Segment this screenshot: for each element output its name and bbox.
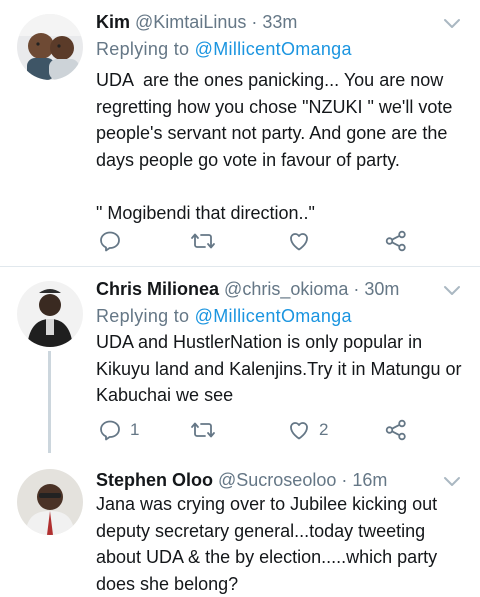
replying-to-label: Replying to (96, 39, 190, 59)
replying-to-label: Replying to (96, 306, 190, 326)
tweet-text: UDA and HustlerNation is only popular in… (96, 332, 467, 405)
chevron-down-icon[interactable] (442, 17, 462, 31)
tweet-header: Stephen Oloo @Sucroseoloo · 16m (96, 469, 387, 491)
user-handle[interactable]: @KimtaiLinus (135, 12, 246, 32)
like-button[interactable] (287, 228, 319, 254)
like-count: 2 (319, 420, 329, 439)
share-icon (385, 230, 406, 252)
chevron-down-icon[interactable] (442, 284, 462, 298)
thread-line (48, 351, 51, 453)
tweet-actions: 1 2 (96, 417, 426, 443)
like-icon (290, 422, 308, 440)
tweet[interactable]: Stephen Oloo @Sucroseoloo · 16m Jana was… (0, 455, 480, 594)
reply-button[interactable]: 1 (98, 417, 139, 443)
tweet-header: Kim @KimtaiLinus · 33m (96, 11, 297, 33)
timestamp[interactable]: 16m (352, 470, 387, 490)
like-icon (290, 233, 308, 251)
reply-button[interactable] (98, 228, 130, 254)
separator-dot: · (251, 12, 258, 32)
reply-count: 1 (130, 420, 140, 439)
retweet-icon (191, 233, 215, 249)
mention-link[interactable]: @MillicentOmanga (195, 306, 352, 326)
retweet-button[interactable] (190, 228, 224, 254)
timestamp[interactable]: 33m (262, 12, 297, 32)
share-button[interactable] (384, 228, 408, 254)
reply-icon (100, 231, 120, 252)
user-handle[interactable]: @Sucroseoloo (218, 470, 336, 490)
tweet[interactable]: Kim @KimtaiLinus · 33m Replying to @Mill… (0, 0, 480, 266)
retweet-icon (191, 422, 215, 438)
avatar[interactable] (17, 281, 83, 347)
tweet-text: Jana was crying over to Jubilee kicking … (96, 494, 443, 594)
avatar[interactable] (17, 14, 83, 80)
display-name[interactable]: Chris Milionea (96, 279, 219, 299)
avatar[interactable] (17, 469, 83, 535)
tweet-text: UDA are the ones panicking... You are no… (96, 70, 453, 223)
separator-dot: · (341, 470, 348, 490)
replying-to: Replying to @MillicentOmanga (96, 305, 352, 327)
share-icon (385, 419, 406, 441)
mention-link[interactable]: @MillicentOmanga (195, 39, 352, 59)
retweet-button[interactable] (190, 417, 224, 443)
reply-icon (100, 420, 120, 441)
tweet-feed: Kim @KimtaiLinus · 33m Replying to @Mill… (0, 0, 480, 594)
display-name[interactable]: Stephen Oloo (96, 470, 213, 490)
replying-to: Replying to @MillicentOmanga (96, 38, 352, 60)
chevron-down-icon[interactable] (442, 475, 462, 489)
user-handle[interactable]: @chris_okioma (224, 279, 348, 299)
separator-dot: · (353, 279, 360, 299)
like-button[interactable]: 2 (287, 417, 328, 443)
tweet-header: Chris Milionea @chris_okioma · 30m (96, 278, 399, 300)
share-button[interactable] (384, 417, 408, 443)
display-name[interactable]: Kim (96, 12, 130, 32)
tweet-actions (96, 228, 426, 254)
tweet[interactable]: Chris Milionea @chris_okioma · 30m Reply… (0, 267, 480, 453)
timestamp[interactable]: 30m (364, 279, 399, 299)
